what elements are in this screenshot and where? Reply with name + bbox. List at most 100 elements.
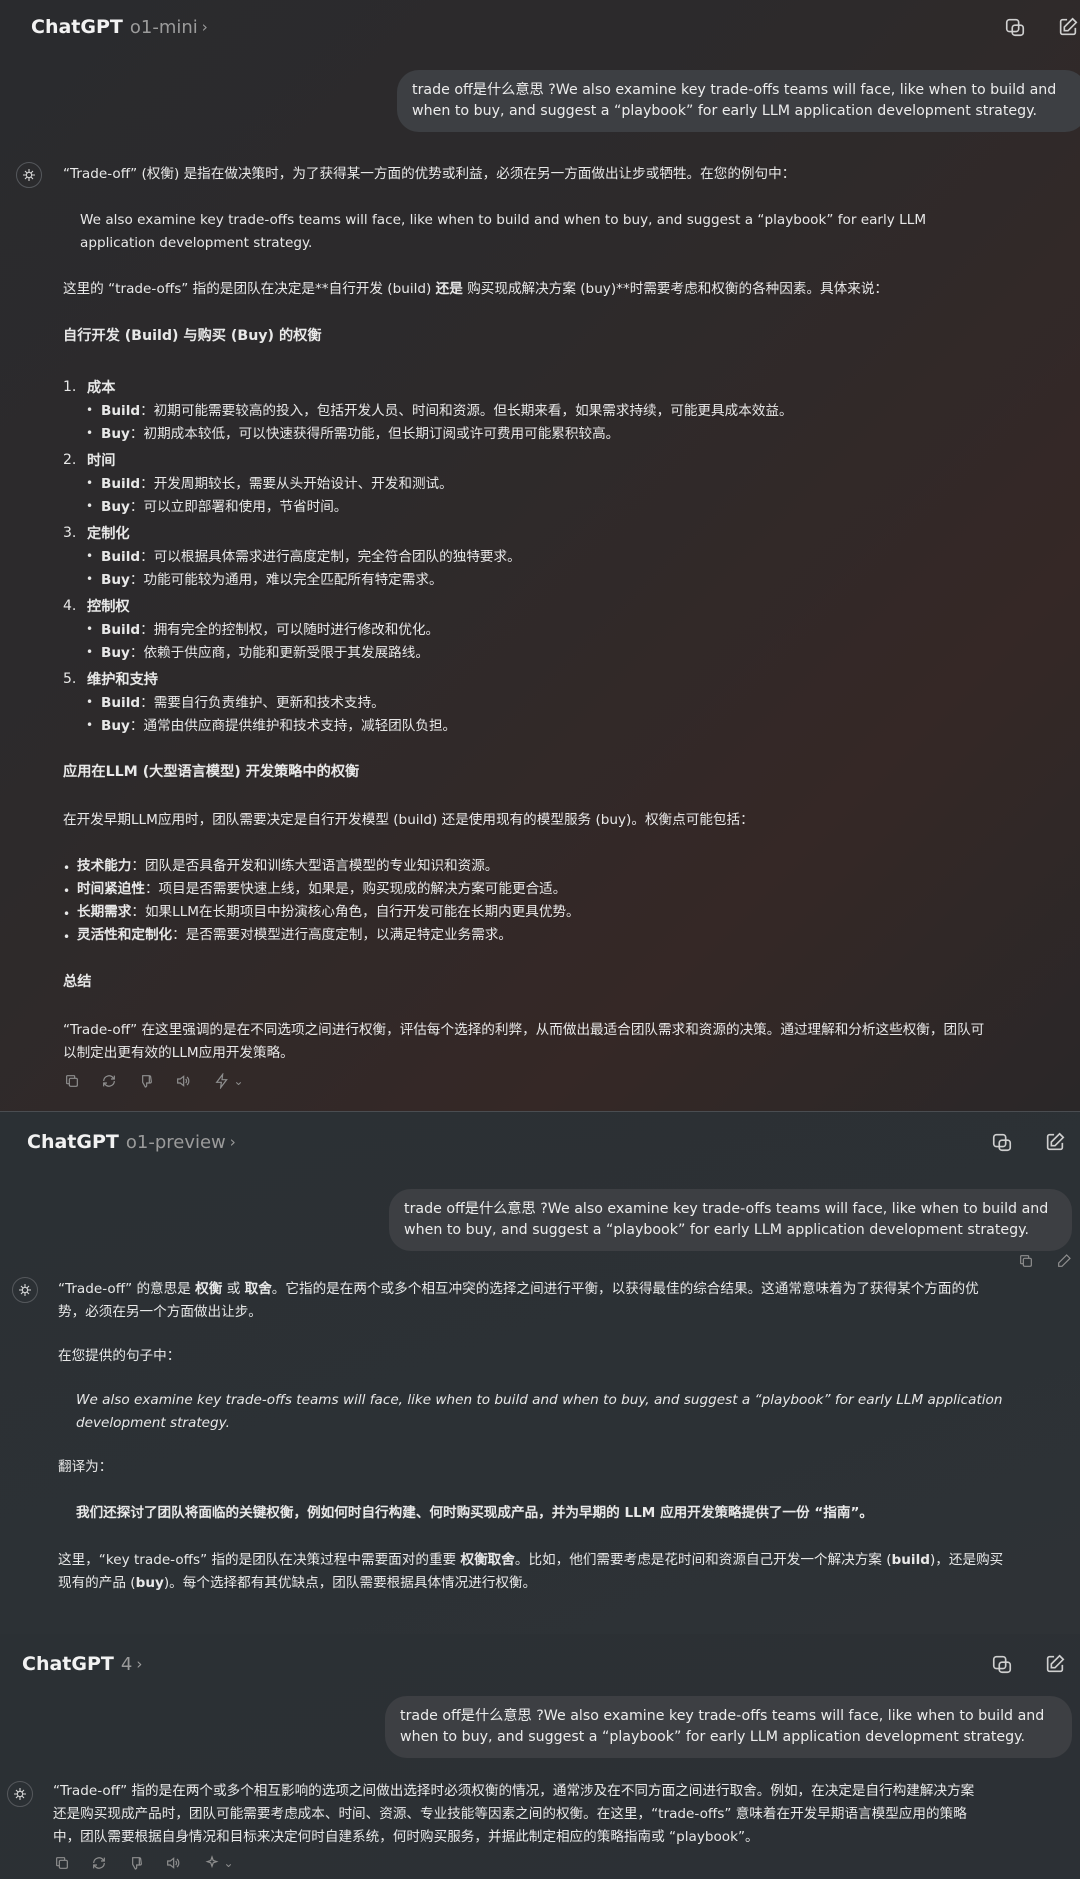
answer-translation: 我们还探讨了团队将面临的关键权衡，例如何时自行构建、何时购买现成产品，并为早期的… bbox=[76, 1505, 873, 1521]
list-item-build: Build：开发周期较长，需要从头开始设计、开发和测试。 bbox=[101, 476, 453, 492]
app-title: ChatGPT bbox=[27, 1131, 119, 1153]
list-item-buy: Buy：可以立即部署和使用，节省时间。 bbox=[101, 499, 348, 515]
list-number: 1. bbox=[63, 379, 77, 395]
list-item-title: 定制化 bbox=[87, 526, 130, 542]
answer-quote: We also examine key trade-offs teams wil… bbox=[76, 1392, 1003, 1408]
panel-o1-mini: ChatGPT o1-mini › trade off是什么意思 ?We als… bbox=[0, 0, 1080, 1112]
list-item-build: Build：初期可能需要较高的投入，包括开发人员、时间和资源。但长期来看，如果需… bbox=[101, 403, 793, 419]
chat-header: ChatGPT 4 › bbox=[0, 1634, 1080, 1694]
answer-line: 翻译为： bbox=[58, 1459, 113, 1475]
copy-icon[interactable] bbox=[53, 1854, 71, 1872]
list-item-buy: Buy：初期成本较低，可以快速获得所需功能，但长期订阅或许可费用可能累积较高。 bbox=[101, 426, 620, 442]
thumbs-down-icon[interactable] bbox=[127, 1854, 145, 1872]
chevron-down-icon[interactable]: ⌄ bbox=[223, 1856, 233, 1870]
model-selector[interactable]: o1-preview bbox=[126, 1132, 226, 1153]
chat-header: ChatGPT o1-mini › bbox=[0, 0, 1080, 54]
copy-icon[interactable] bbox=[1017, 1252, 1035, 1270]
panel-gpt-4: ChatGPT 4 › trade off是什么意思 ?We also exam… bbox=[0, 1634, 1080, 1879]
read-aloud-icon[interactable] bbox=[174, 1072, 192, 1090]
list-item-buy: Buy：功能可能较为通用，难以完全匹配所有特定需求。 bbox=[101, 572, 443, 588]
answer-paragraph: 在开发早期LLM应用时，团队需要决定是自行开发模型 (build) 还是使用现有… bbox=[63, 812, 754, 828]
list-number: 4. bbox=[63, 598, 77, 614]
heading-llm-strategy: 应用在LLM (大型语言模型) 开发策略中的权衡 bbox=[63, 764, 360, 780]
bullet: • bbox=[63, 907, 71, 921]
model-selector[interactable]: 4 bbox=[121, 1654, 132, 1675]
answer-quote: development strategy. bbox=[76, 1415, 230, 1431]
switch-model-icon[interactable]: ⌄ bbox=[211, 1072, 247, 1090]
list-item-title: 时间 bbox=[87, 453, 116, 469]
share-icon[interactable] bbox=[1001, 13, 1029, 41]
list-item-build: Build：可以根据具体需求进行高度定制，完全符合团队的独特要求。 bbox=[101, 549, 521, 565]
copy-icon[interactable] bbox=[63, 1072, 81, 1090]
point-item: 技术能力：团队是否具备开发和训练大型语言模型的专业知识和资源。 bbox=[77, 858, 499, 874]
message-actions: ⌄ bbox=[63, 1072, 247, 1090]
model-selector[interactable]: o1-mini bbox=[130, 17, 198, 38]
chatgpt-logo-icon bbox=[16, 162, 42, 188]
chevron-right-icon[interactable]: › bbox=[136, 1655, 142, 1673]
user-message: trade off是什么意思 ?We also examine key trad… bbox=[397, 70, 1080, 132]
answer-line: 还是购买现成产品时，团队可能需要考虑成本、时间、资源、专业技能等因素之间的权衡。… bbox=[53, 1806, 967, 1822]
thumbs-down-icon[interactable] bbox=[137, 1072, 155, 1090]
regenerate-icon[interactable] bbox=[100, 1072, 118, 1090]
list-number: 5. bbox=[63, 671, 77, 687]
list-item-title: 成本 bbox=[87, 380, 116, 396]
list-item-build: Build：需要自行负责维护、更新和技术支持。 bbox=[101, 695, 385, 711]
panel-o1-preview: ChatGPT o1-preview › trade off是什么意思 ?We … bbox=[0, 1112, 1080, 1634]
chevron-right-icon[interactable]: › bbox=[202, 18, 208, 36]
answer-line: 现有的产品 (buy)。每个选择都有其优缺点，团队需要根据具体情况进行权衡。 bbox=[58, 1575, 537, 1591]
bullet: • bbox=[86, 622, 94, 636]
answer-line: “Trade-off” 的意思是 权衡 或 取舍。它指的是在两个或多个相互冲突的… bbox=[58, 1281, 979, 1297]
share-icon[interactable] bbox=[988, 1650, 1016, 1678]
bullet: • bbox=[63, 930, 71, 944]
heading-build-vs-buy: 自行开发 (Build) 与购买 (Buy) 的权衡 bbox=[63, 328, 322, 344]
answer-quote: We also examine key trade-offs teams wil… bbox=[80, 212, 927, 251]
app-title: ChatGPT bbox=[31, 16, 123, 38]
regenerate-icon[interactable] bbox=[90, 1854, 108, 1872]
bullet: • bbox=[86, 572, 94, 586]
edit-icon[interactable] bbox=[1055, 1252, 1073, 1270]
bullet: • bbox=[86, 695, 94, 709]
bullet: • bbox=[86, 426, 94, 440]
app-title: ChatGPT bbox=[22, 1653, 114, 1675]
point-item: 时间紧迫性：项目是否需要快速上线，如果是，购买现成的解决方案可能更合适。 bbox=[77, 881, 567, 897]
answer-line: 这里，“key trade-offs” 指的是团队在决策过程中需要面对的重要 权… bbox=[58, 1552, 1004, 1568]
switch-model-icon[interactable]: ⌄ bbox=[201, 1854, 237, 1872]
bullet: • bbox=[86, 718, 94, 732]
chevron-down-icon[interactable]: ⌄ bbox=[233, 1074, 243, 1088]
user-message: trade off是什么意思 ?We also examine key trad… bbox=[389, 1189, 1072, 1251]
new-chat-icon[interactable] bbox=[1041, 1128, 1069, 1156]
point-item: 长期需求：如果LLM在长期项目中扮演核心角色，自行开发可能在长期内更具优势。 bbox=[77, 904, 580, 920]
answer-line: 势，必须在另一个方面做出让步。 bbox=[58, 1304, 262, 1320]
chat-header: ChatGPT o1-preview › bbox=[0, 1112, 1080, 1172]
summary-line: “Trade-off” 在这里强调的是在不同选项之间进行权衡，评估每个选择的利弊… bbox=[63, 1022, 985, 1038]
bullet: • bbox=[63, 861, 71, 875]
list-item-buy: Buy：依赖于供应商，功能和更新受限于其发展路线。 bbox=[101, 645, 429, 661]
bullet: • bbox=[86, 549, 94, 563]
point-item: 灵活性和定制化：是否需要对模型进行高度定制，以满足特定业务需求。 bbox=[77, 927, 512, 943]
list-item-title: 控制权 bbox=[87, 599, 130, 615]
bullet: • bbox=[86, 476, 94, 490]
list-number: 3. bbox=[63, 525, 77, 541]
bullet: • bbox=[86, 645, 94, 659]
list-item-buy: Buy：通常由供应商提供维护和技术支持，减轻团队负担。 bbox=[101, 718, 457, 734]
chatgpt-logo-icon bbox=[12, 1277, 38, 1303]
summary-line: 以制定出更有效的LLM应用开发策略。 bbox=[63, 1045, 294, 1061]
answer-intro: “Trade-off” (权衡) 是指在做决策时，为了获得某一方面的优势或利益，… bbox=[63, 166, 796, 182]
list-number: 2. bbox=[63, 452, 77, 468]
new-chat-icon[interactable] bbox=[1041, 1650, 1069, 1678]
list-item-build: Build：拥有完全的控制权，可以随时进行修改和优化。 bbox=[101, 622, 440, 638]
answer-line: “Trade-off” 指的是在两个或多个相互影响的选项之间做出选择时必须权衡的… bbox=[53, 1783, 975, 1799]
answer-line: 中，团队需要根据自身情况和目标来决定何时自建系统，何时购买服务，并据此制定相应的… bbox=[53, 1829, 759, 1845]
share-icon[interactable] bbox=[988, 1128, 1016, 1156]
list-item-title: 维护和支持 bbox=[87, 672, 158, 688]
new-chat-icon[interactable] bbox=[1054, 13, 1080, 41]
read-aloud-icon[interactable] bbox=[164, 1854, 182, 1872]
bullet: • bbox=[63, 884, 71, 898]
chevron-right-icon[interactable]: › bbox=[230, 1133, 236, 1151]
answer-explain: 这里的 “trade-offs” 指的是团队在决定是**自行开发 (build)… bbox=[63, 281, 889, 297]
heading-summary: 总结 bbox=[63, 974, 92, 990]
message-actions: ⌄ bbox=[53, 1854, 237, 1872]
user-message-actions bbox=[1017, 1252, 1073, 1270]
bullet: • bbox=[86, 499, 94, 513]
user-message: trade off是什么意思 ?We also examine key trad… bbox=[385, 1696, 1072, 1758]
